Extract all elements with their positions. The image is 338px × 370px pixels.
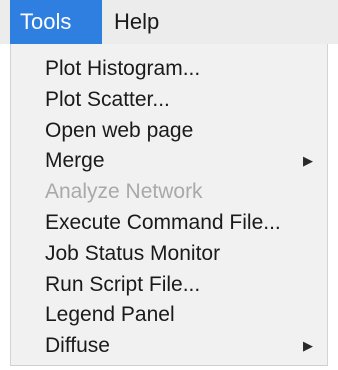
- menu-item-job-status-monitor[interactable]: Job Status Monitor: [11, 239, 327, 270]
- menu-item-label: Open web page: [45, 118, 194, 142]
- menu-item-diffuse[interactable]: Diffuse ▶: [11, 331, 327, 362]
- menu-item-merge[interactable]: Merge ▶: [11, 146, 327, 177]
- menu-item-label: Merge: [45, 149, 105, 173]
- menu-item-label: Execute Command File...: [45, 210, 281, 234]
- menu-item-label: Plot Scatter...: [45, 87, 170, 111]
- menu-item-label: Plot Histogram...: [45, 57, 201, 80]
- menu-item-execute-command-file[interactable]: Execute Command File...: [11, 208, 327, 239]
- menu-bar: Tools Help: [0, 0, 338, 44]
- menu-item-open-web-page[interactable]: Open web page: [11, 116, 327, 147]
- menu-item-run-script-file[interactable]: Run Script File...: [11, 270, 327, 301]
- menu-item-legend-panel[interactable]: Legend Panel: [11, 300, 327, 331]
- menu-item-label: Job Status Monitor: [45, 241, 221, 265]
- menu-item-analyze-network: Analyze Network: [11, 177, 327, 208]
- triangle-right-icon: ▶: [303, 338, 313, 354]
- menu-item-label: Legend Panel: [45, 303, 175, 327]
- menu-item-label: Diffuse: [45, 334, 110, 358]
- menu-item-label: Analyze Network: [45, 180, 203, 204]
- menu-item-plot-histogram[interactable]: Plot Histogram...: [11, 54, 327, 85]
- menu-help[interactable]: Help: [114, 0, 194, 44]
- menu-item-plot-scatter[interactable]: Plot Scatter...: [11, 85, 327, 116]
- triangle-right-icon: ▶: [303, 153, 313, 169]
- tools-dropdown-menu: Plot Histogram... Plot Scatter... Open w…: [10, 44, 328, 366]
- menu-tools[interactable]: Tools: [10, 0, 102, 44]
- menu-item-label: Run Script File...: [45, 272, 201, 296]
